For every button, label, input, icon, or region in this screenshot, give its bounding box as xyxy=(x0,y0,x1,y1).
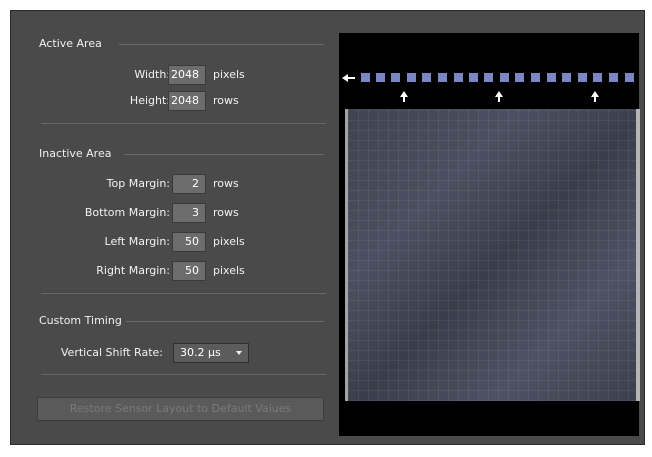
active-area-rule xyxy=(119,44,324,45)
register-pixel xyxy=(593,73,602,82)
section-divider xyxy=(41,293,326,294)
register-pixel xyxy=(422,73,431,82)
register-pixel xyxy=(515,73,524,82)
left-margin-unit: pixels xyxy=(213,235,245,248)
bottom-margin-unit: rows xyxy=(213,206,239,219)
settings-column: Active Area Width: 2048 pixels Height: 2… xyxy=(11,11,336,444)
restore-default-button[interactable]: Restore Sensor Layout to Default Values xyxy=(37,397,324,421)
sensor-layout-panel: Active Area Width: 2048 pixels Height: 2… xyxy=(10,10,645,445)
height-row: Height: 2048 rows xyxy=(11,91,336,113)
top-margin-field[interactable]: 2 xyxy=(172,174,206,194)
chevron-down-icon xyxy=(236,351,242,355)
shift-up-arrow-stem xyxy=(594,96,596,102)
width-field[interactable]: 2048 xyxy=(168,65,206,85)
width-label: Width: xyxy=(134,68,170,81)
right-margin-row: Right Margin: 50 pixels xyxy=(11,261,336,283)
register-pixel xyxy=(407,73,416,82)
bottom-margin-label: Bottom Margin: xyxy=(84,206,170,219)
register-pixel xyxy=(438,73,447,82)
vertical-shift-rate-dropdown[interactable]: 30.2 µs xyxy=(173,343,249,363)
inactive-area-title: Inactive Area xyxy=(39,147,112,160)
shift-up-arrow-stem xyxy=(403,96,405,102)
top-margin-row: Top Margin: 2 rows xyxy=(11,174,336,196)
readout-register xyxy=(339,70,639,86)
right-margin-field[interactable]: 50 xyxy=(172,261,206,281)
custom-timing-title: Custom Timing xyxy=(39,314,122,327)
width-unit: pixels xyxy=(213,68,245,81)
section-divider xyxy=(41,374,326,375)
width-row: Width: 2048 pixels xyxy=(11,65,336,87)
left-margin-label: Left Margin: xyxy=(104,235,170,248)
register-pixel xyxy=(547,73,556,82)
register-pixel xyxy=(609,73,618,82)
right-margin-unit: pixels xyxy=(213,264,245,277)
height-field[interactable]: 2048 xyxy=(168,91,206,111)
register-pixel xyxy=(531,73,540,82)
inactive-area-rule xyxy=(124,154,324,155)
section-divider xyxy=(41,123,326,124)
register-pixel xyxy=(578,73,587,82)
register-pixel xyxy=(361,73,370,82)
top-margin-unit: rows xyxy=(213,177,239,190)
register-pixel xyxy=(500,73,509,82)
shift-up-arrow-stem xyxy=(498,96,500,102)
height-unit: rows xyxy=(213,94,239,107)
height-label: Height: xyxy=(129,94,170,107)
custom-timing-rule xyxy=(126,321,324,322)
sensor-preview xyxy=(339,33,640,436)
register-pixel xyxy=(376,73,385,82)
right-margin-label: Right Margin: xyxy=(96,264,170,277)
register-pixel xyxy=(469,73,478,82)
active-area-title: Active Area xyxy=(39,37,102,50)
vertical-shift-rate-value: 30.2 µs xyxy=(180,346,221,359)
shift-left-arrow-stem xyxy=(347,77,355,79)
sensor-active-area xyxy=(345,109,640,401)
vertical-shift-rate-row: Vertical Shift Rate: 30.2 µs xyxy=(11,343,336,365)
left-margin-row: Left Margin: 50 pixels xyxy=(11,232,336,254)
left-margin-field[interactable]: 50 xyxy=(172,232,206,252)
vertical-shift-rate-label: Vertical Shift Rate: xyxy=(60,346,163,359)
register-pixel xyxy=(625,73,634,82)
register-pixel xyxy=(562,73,571,82)
register-pixel xyxy=(484,73,493,82)
bottom-margin-row: Bottom Margin: 3 rows xyxy=(11,203,336,225)
register-pixel xyxy=(454,73,463,82)
bottom-margin-field[interactable]: 3 xyxy=(172,203,206,223)
register-pixel xyxy=(391,73,400,82)
top-margin-label: Top Margin: xyxy=(106,177,170,190)
